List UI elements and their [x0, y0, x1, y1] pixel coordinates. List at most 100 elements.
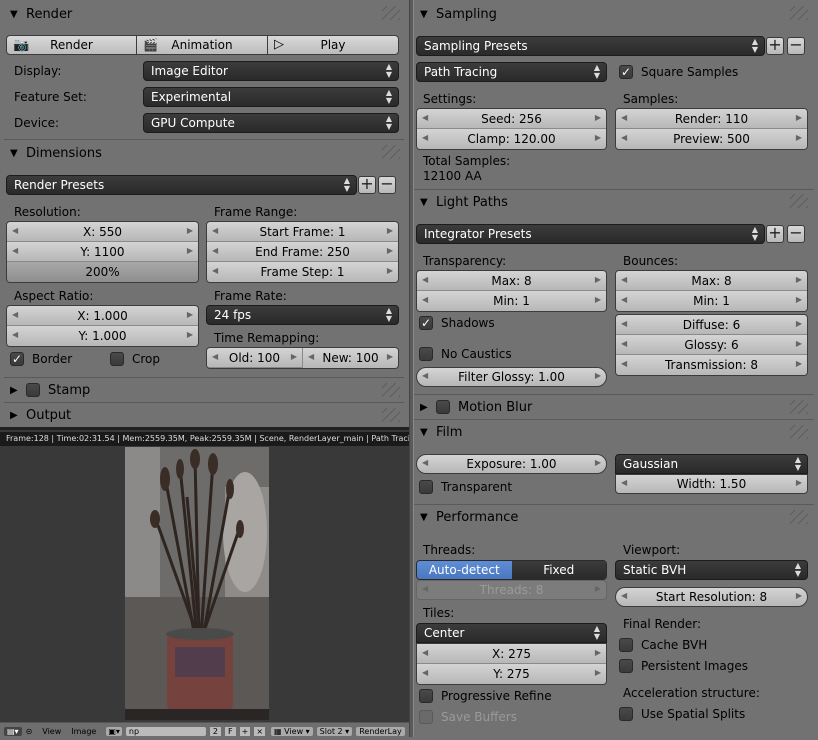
start-frame-field[interactable]: ◀ Start Frame: 1 ▶	[207, 222, 398, 242]
view-menu[interactable]: View	[42, 727, 61, 736]
clamp-field[interactable]: ◀ Clamp: 120.00 ▶	[417, 129, 606, 149]
samples-label: Samples:	[623, 92, 679, 106]
crop-checkbox[interactable]: Crop	[110, 352, 160, 366]
frame-range-fields: ◀ Start Frame: 1 ▶ ◀ End Frame: 250 ▶ ◀ Frame…	[206, 221, 399, 283]
panel-drag-grip-icon[interactable]	[382, 145, 400, 159]
light-paths-panel-header[interactable]: ▼ Light Paths	[420, 190, 508, 214]
feature-set-dropdown[interactable]: Experimental ▲ ▼	[143, 87, 399, 107]
add-preset-button[interactable]: +	[358, 176, 376, 194]
play-button[interactable]: ▷ Play	[267, 35, 399, 55]
expand-menus-icon[interactable]: ⊝	[26, 727, 33, 736]
display-dropdown[interactable]: Image Editor ▲ ▼	[143, 61, 399, 81]
frame-step-field[interactable]: ◀ Frame Step: 1 ▶	[207, 262, 398, 282]
add-preset-button[interactable]: +	[766, 225, 784, 243]
film-panel-header[interactable]: ▼ Film	[420, 420, 462, 444]
render-panel-header[interactable]: ▼ Render	[10, 2, 72, 26]
transparency-min-field[interactable]: ◀ Min: 1 ▶	[417, 291, 606, 311]
total-samples-label: Total Samples:	[423, 154, 511, 168]
frame-range-label: Frame Range:	[214, 205, 298, 219]
collapsed-triangle-icon: ▶	[10, 409, 18, 421]
glossy-bounces-field[interactable]: ◀ Glossy: 6 ▶	[616, 335, 807, 355]
output-panel-header[interactable]: ▶ Output	[10, 403, 71, 427]
border-checkbox[interactable]: ✓ Border	[10, 352, 72, 366]
viewport-bvh-dropdown[interactable]: Static BVH ▲ ▼	[615, 560, 808, 580]
exposure-field[interactable]: ◀ Exposure: 1.00 ▶	[416, 454, 607, 474]
progressive-refine-checkbox[interactable]: Progressive Refine	[419, 689, 552, 703]
image-menu[interactable]: Image	[71, 727, 96, 736]
remove-preset-button[interactable]: −	[787, 225, 805, 243]
dimensions-panel-header[interactable]: ▼ Dimensions	[10, 141, 102, 165]
tile-x-field[interactable]: ◀ X: 275 ▶	[417, 644, 606, 664]
transparent-checkbox[interactable]: Transparent	[419, 480, 512, 494]
auto-detect-option[interactable]: Auto-detect	[417, 561, 512, 579]
persistent-images-checkbox[interactable]: Persistent Images	[619, 659, 748, 673]
animation-button[interactable]: 🎬 Animation	[136, 35, 268, 55]
render-result-image[interactable]	[125, 447, 269, 720]
aspect-x-field[interactable]: ◀ X: 1.000 ▶	[7, 306, 198, 326]
panel-drag-grip-icon[interactable]	[382, 383, 400, 397]
resolution-percentage-slider[interactable]: 200%	[7, 262, 198, 282]
remove-preset-button[interactable]: −	[378, 176, 396, 194]
spatial-splits-checkbox[interactable]: Use Spatial Splits	[619, 707, 745, 721]
panel-drag-grip-icon[interactable]	[790, 425, 808, 439]
new-field[interactable]: ◀ New: 100 ▶	[303, 348, 398, 368]
filter-width-field[interactable]: ◀ Width: 1.50 ▶	[615, 474, 808, 494]
image-name-field[interactable]: np	[125, 727, 206, 736]
panel-drag-grip-icon[interactable]	[382, 408, 400, 422]
diffuse-bounces-field[interactable]: ◀ Diffuse: 6 ▶	[616, 315, 807, 335]
motion-blur-checkbox[interactable]	[436, 400, 450, 414]
view-mode-dropdown[interactable]: ▦ View ▾	[271, 727, 313, 736]
tile-order-dropdown[interactable]: Center ▲ ▼	[416, 623, 607, 643]
new-image-icon[interactable]: +	[239, 727, 251, 736]
expand-triangle-icon: ▼	[420, 196, 428, 208]
unlink-image-icon[interactable]: ×	[254, 727, 266, 736]
aspect-y-field[interactable]: ◀ Y: 1.000 ▶	[7, 326, 198, 346]
add-preset-button[interactable]: +	[766, 37, 784, 55]
panel-drag-grip-icon[interactable]	[382, 6, 400, 20]
panel-drag-grip-icon[interactable]	[790, 510, 808, 524]
seed-field[interactable]: ◀ Seed: 256 ▶	[417, 109, 606, 129]
stamp-checkbox[interactable]	[26, 383, 40, 397]
end-frame-field[interactable]: ◀ End Frame: 250 ▶	[207, 242, 398, 262]
panel-drag-grip-icon[interactable]	[790, 6, 808, 20]
cache-bvh-checkbox[interactable]: Cache BVH	[619, 638, 707, 652]
remove-preset-button[interactable]: −	[787, 37, 805, 55]
transparency-max-field[interactable]: ◀ Max: 8 ▶	[417, 271, 606, 291]
bounces-min-field[interactable]: ◀ Min: 1 ▶	[616, 291, 807, 311]
panel-drag-grip-icon[interactable]	[790, 400, 808, 414]
tile-y-field[interactable]: ◀ Y: 275 ▶	[417, 664, 606, 684]
slot-dropdown[interactable]: Slot 2 ▾	[316, 727, 353, 736]
render-samples-field[interactable]: ◀ Render: 110 ▶	[616, 109, 807, 129]
integrator-presets-dropdown[interactable]: Integrator Presets ▲ ▼	[416, 224, 765, 244]
start-resolution-field[interactable]: ◀ Start Resolution: 8 ▶	[615, 587, 808, 607]
fake-user-button[interactable]: F	[225, 727, 236, 736]
sampling-presets-dropdown[interactable]: Sampling Presets ▲ ▼	[416, 36, 765, 56]
filter-glossy-field[interactable]: ◀ Filter Glossy: 1.00 ▶	[416, 367, 607, 387]
render-button[interactable]: 📷 Render	[6, 35, 137, 55]
sampling-method-dropdown[interactable]: Path Tracing ▲ ▼	[416, 62, 607, 82]
device-dropdown[interactable]: GPU Compute ▲ ▼	[143, 113, 399, 133]
bounces-max-field[interactable]: ◀ Max: 8 ▶	[616, 271, 807, 291]
motion-blur-panel-header[interactable]: ▶ Motion Blur	[420, 395, 532, 419]
sampling-panel-header[interactable]: ▼ Sampling	[420, 2, 497, 26]
updown-arrows-icon: ▲ ▼	[385, 306, 392, 323]
render-layer-dropdown[interactable]: RenderLay	[356, 727, 405, 736]
stamp-panel-header[interactable]: ▶ Stamp	[10, 378, 90, 402]
frame-rate-dropdown[interactable]: 24 fps ▲ ▼	[206, 305, 399, 325]
filter-type-dropdown[interactable]: Gaussian ▲ ▼	[615, 454, 808, 474]
expand-triangle-icon: ▼	[10, 8, 18, 20]
shadows-checkbox[interactable]: ✓ Shadows	[419, 316, 495, 330]
image-browse-icon[interactable]: ▣▾	[106, 727, 122, 736]
old-field[interactable]: ◀ Old: 100 ▶	[207, 348, 303, 368]
editor-type-icon[interactable]: ▤▾	[4, 727, 22, 736]
panel-drag-grip-icon[interactable]	[790, 194, 808, 208]
performance-panel-header[interactable]: ▼ Performance	[420, 505, 518, 529]
no-caustics-checkbox[interactable]: No Caustics	[419, 347, 512, 361]
resolution-y-field[interactable]: ◀ Y: 1100 ▶	[7, 242, 198, 262]
preview-samples-field[interactable]: ◀ Preview: 500 ▶	[616, 129, 807, 149]
transmission-bounces-field[interactable]: ◀ Transmission: 8 ▶	[616, 355, 807, 375]
fixed-option[interactable]: Fixed	[511, 561, 606, 579]
square-samples-checkbox[interactable]: ✓ Square Samples	[619, 65, 738, 79]
render-presets-dropdown[interactable]: Render Presets ▲ ▼	[6, 175, 357, 195]
resolution-x-field[interactable]: ◀ X: 550 ▶	[7, 222, 198, 242]
